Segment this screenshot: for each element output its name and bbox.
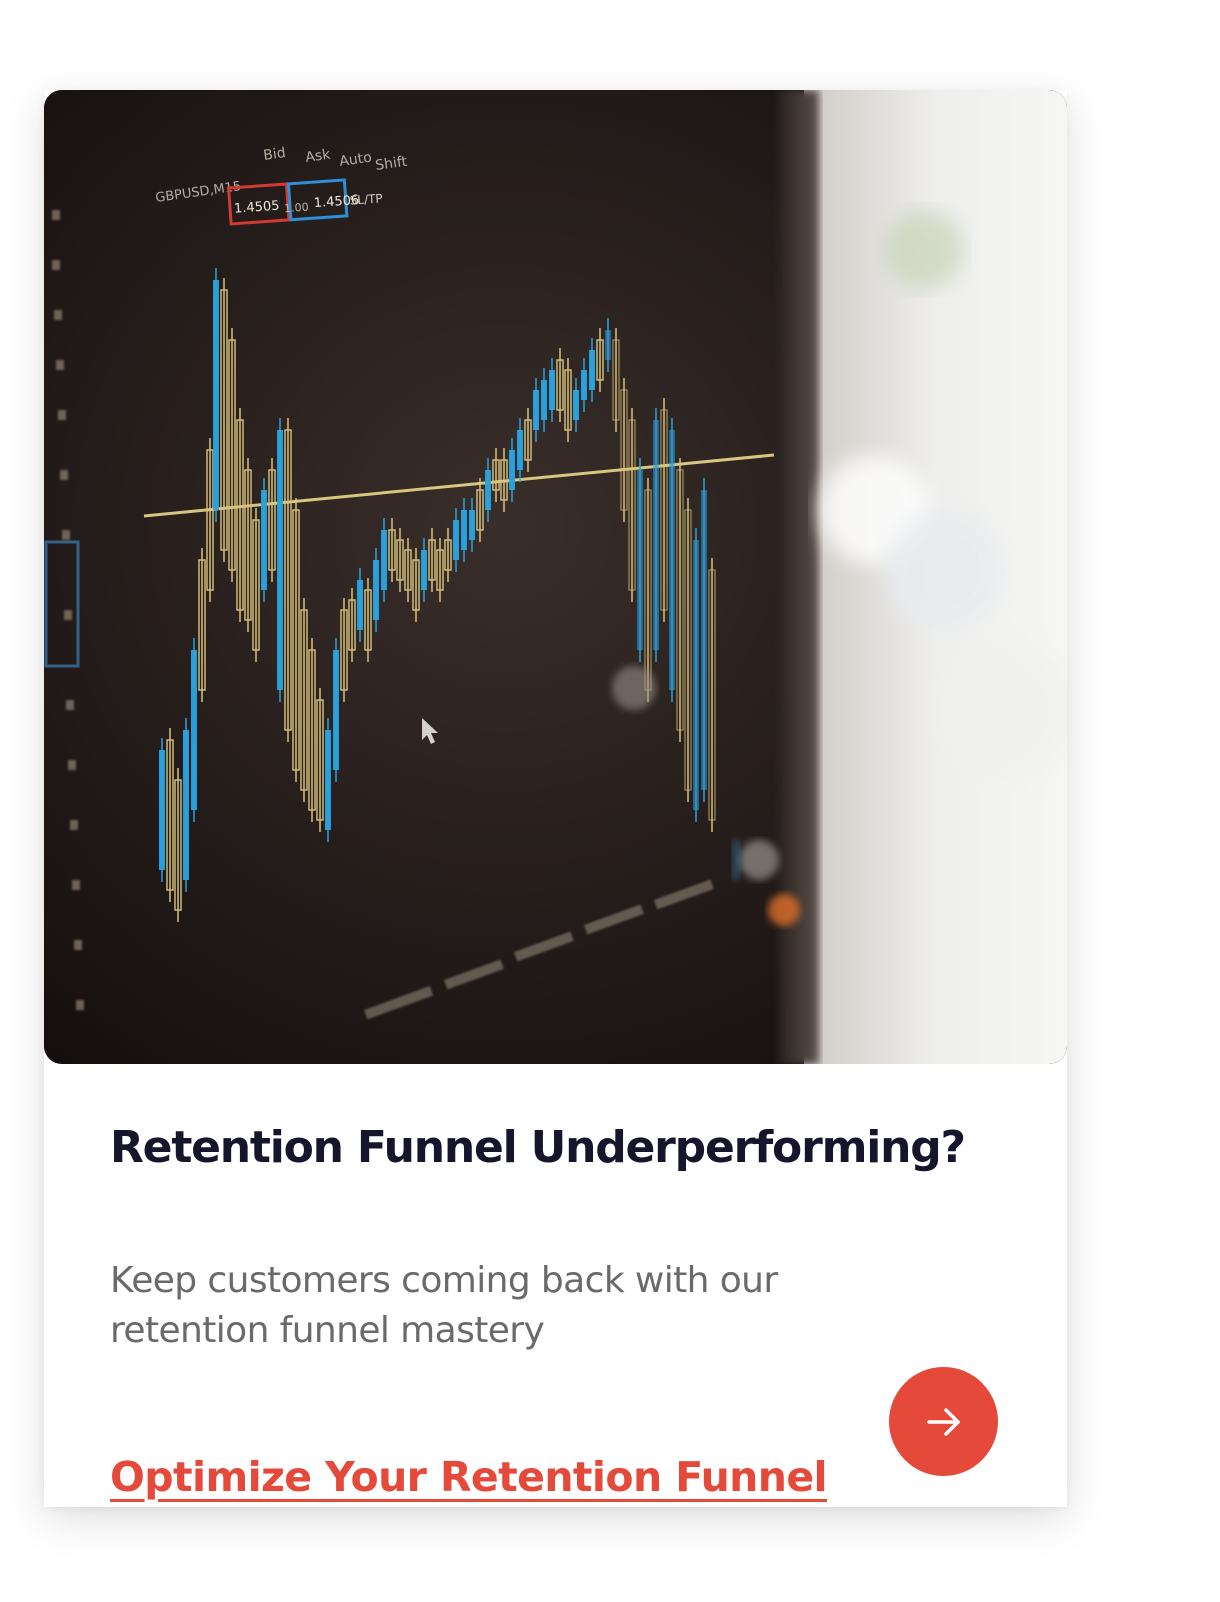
candle-body bbox=[469, 510, 475, 540]
candle-body bbox=[183, 730, 189, 880]
arrow-right-icon bbox=[926, 1407, 960, 1436]
candle-body bbox=[701, 490, 707, 790]
bid-price: 1.4505 bbox=[234, 199, 280, 217]
candle-body bbox=[421, 550, 427, 590]
candle-body bbox=[573, 390, 579, 420]
candle-body bbox=[517, 430, 523, 470]
candle-body bbox=[549, 370, 555, 410]
candle-body bbox=[277, 430, 283, 690]
sltp-label: SL/TP bbox=[349, 191, 383, 207]
hero-image: Bid Ask Auto Shift GBPUSD,M15 1.4505 1.0… bbox=[44, 90, 1067, 1064]
candle-body bbox=[357, 580, 363, 630]
lot-size: 1.00 bbox=[284, 201, 309, 216]
candle-body bbox=[159, 750, 165, 870]
candle-body bbox=[693, 540, 699, 810]
candle-body bbox=[213, 280, 219, 510]
candle-body bbox=[261, 490, 267, 590]
card-title: Retention Funnel Underperforming? bbox=[110, 1122, 966, 1173]
candle-body bbox=[605, 330, 611, 360]
candle-body bbox=[333, 650, 339, 770]
candle-body bbox=[485, 470, 491, 510]
candle-body bbox=[509, 450, 515, 490]
promo-card: Bid Ask Auto Shift GBPUSD,M15 1.4505 1.0… bbox=[44, 90, 1067, 1507]
candle-body bbox=[191, 650, 197, 810]
candle-body bbox=[533, 390, 539, 430]
candle-body bbox=[589, 350, 595, 390]
candle-body bbox=[541, 380, 547, 420]
bid-label: Bid bbox=[262, 145, 286, 164]
cta-arrow-button[interactable] bbox=[889, 1367, 998, 1476]
candle-body bbox=[637, 470, 643, 650]
candle-body bbox=[325, 730, 331, 830]
candle-body bbox=[381, 530, 387, 590]
candle-body bbox=[653, 420, 659, 650]
candle-body bbox=[669, 430, 675, 690]
candle-body bbox=[373, 560, 379, 620]
candle-body bbox=[461, 510, 467, 550]
candle-body bbox=[453, 520, 459, 560]
candle-body bbox=[581, 370, 587, 400]
optimize-retention-funnel-link[interactable]: Optimize Your Retention Funnel bbox=[110, 1453, 828, 1501]
card-description: Keep customers coming back with our rete… bbox=[110, 1260, 778, 1351]
